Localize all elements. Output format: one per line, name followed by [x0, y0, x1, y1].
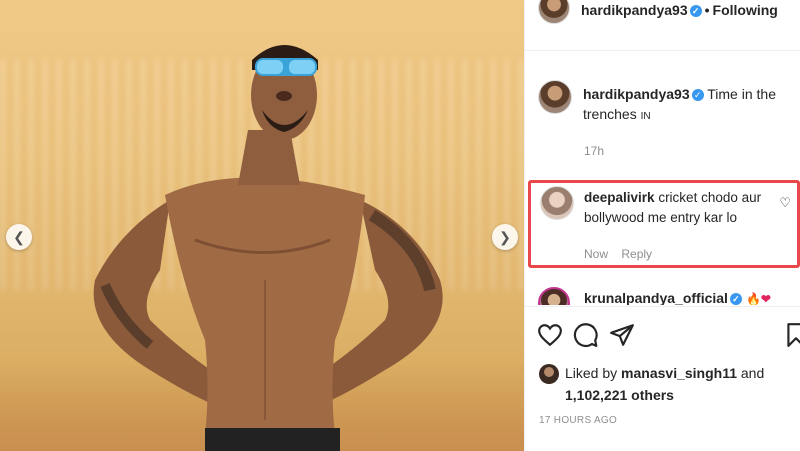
comment-username[interactable]: krunalpandya_official — [584, 290, 728, 305]
avatar[interactable] — [538, 0, 570, 24]
athlete-figure — [93, 45, 443, 451]
previous-photo-button[interactable]: ❮ — [6, 224, 32, 250]
and-label: and — [740, 365, 765, 381]
chevron-left-icon: ❮ — [13, 229, 25, 245]
avatar[interactable] — [538, 287, 570, 305]
verified-badge-icon: ✓ — [689, 5, 702, 17]
liked-by-label: Liked by — [565, 365, 618, 381]
next-comment: krunalpandya_official ✓ 🔥❤ — [538, 287, 798, 305]
following-button[interactable]: Following — [713, 2, 778, 18]
bookmark-icon[interactable] — [783, 322, 800, 348]
avatar[interactable] — [538, 80, 572, 114]
verified-badge-icon: ✓ — [691, 89, 704, 101]
post-side-panel: hardikpandya93 ✓ • Following hardikpandya93… — [524, 0, 800, 451]
comment-timestamp: Now — [584, 247, 609, 261]
comment-icon[interactable] — [573, 322, 599, 348]
next-photo-button[interactable]: ❯ — [492, 224, 518, 250]
post-header: hardikpandya93 ✓ • Following — [525, 0, 800, 26]
divider — [525, 50, 800, 51]
post-photo[interactable]: ❮ ❯ — [0, 0, 524, 451]
divider — [525, 306, 800, 307]
verified-badge-icon: ✓ — [729, 293, 742, 305]
avatar[interactable] — [540, 186, 574, 220]
heart-icon[interactable] — [537, 322, 563, 348]
others-count[interactable]: 1,102,221 others — [565, 387, 674, 403]
comment-emojis: 🔥❤ — [745, 292, 771, 305]
avatar[interactable] — [539, 364, 559, 384]
comment-username[interactable]: deepalivirk — [584, 190, 655, 205]
author-username[interactable]: hardikpandya93 — [581, 2, 688, 18]
post-timestamp[interactable]: 17 HOURS AGO — [539, 415, 617, 426]
flag-emoji: IN — [640, 111, 651, 122]
chevron-right-icon: ❯ — [499, 229, 511, 245]
comment-like-heart-icon[interactable]: ♡ — [779, 195, 791, 211]
caption-timestamp[interactable]: 17h — [584, 144, 604, 158]
separator-dot: • — [704, 2, 710, 18]
reply-button[interactable]: Reply — [621, 247, 652, 261]
liker-username[interactable]: manasvi_singh11 — [621, 365, 737, 381]
action-bar — [537, 322, 800, 350]
highlighted-comment: deepalivirk cricket chodo aur bollywood … — [528, 180, 800, 268]
paper-plane-icon[interactable] — [609, 322, 635, 348]
caption-username[interactable]: hardikpandya93 — [583, 86, 690, 102]
